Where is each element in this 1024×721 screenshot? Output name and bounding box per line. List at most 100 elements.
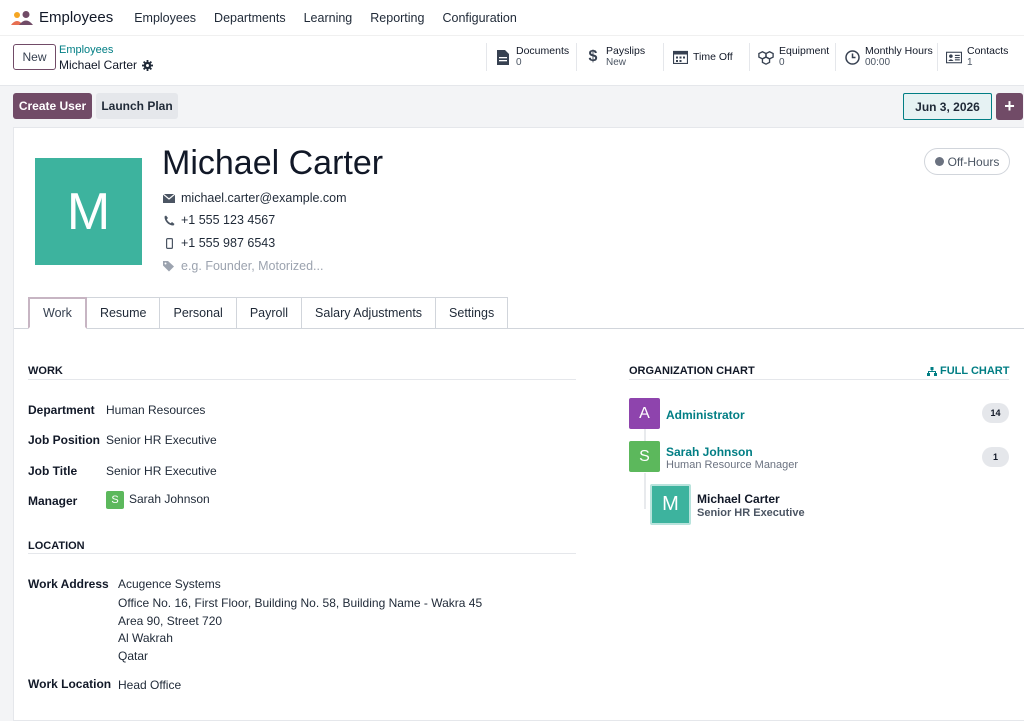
work-location-label: Work Location <box>28 677 112 691</box>
breadcrumb-parent[interactable]: Employees <box>59 44 113 56</box>
new-button[interactable]: New <box>13 44 56 70</box>
menu-learning[interactable]: Learning <box>304 11 353 25</box>
address-line-4: Al Wakrah <box>118 631 173 645</box>
envelope-icon <box>163 193 175 203</box>
menu-employees[interactable]: Employees <box>134 11 196 25</box>
stat-monthly-hours-value: 00:00 <box>865 57 891 68</box>
launch-plan-button[interactable]: Launch Plan <box>96 93 178 119</box>
clock-icon <box>844 49 860 65</box>
employee-name[interactable]: Michael Carter <box>162 144 383 183</box>
department-label: Department <box>28 403 95 417</box>
tab-personal[interactable]: Personal <box>160 297 237 329</box>
breadcrumb-current: Michael Carter <box>59 58 154 72</box>
department-field[interactable]: Human Resources <box>106 403 205 417</box>
document-icon <box>495 49 511 65</box>
full-chart-label: FULL CHART <box>940 365 1010 377</box>
menu-reporting[interactable]: Reporting <box>370 11 424 25</box>
stat-contacts-label: Contacts <box>967 45 1009 57</box>
address-line-5: Qatar <box>118 649 149 663</box>
tags-input[interactable]: e.g. Founder, Motorized... <box>181 259 323 273</box>
employee-avatar[interactable]: M <box>35 158 142 265</box>
org-node-2-name[interactable]: Sarah Johnson <box>666 445 753 459</box>
org-chart-title: ORGANIZATION CHART <box>629 365 755 377</box>
stat-documents[interactable]: Documents 0 <box>486 43 576 71</box>
work-section-title: WORK <box>28 365 63 377</box>
stat-payslips-label: Payslips <box>606 45 646 57</box>
email-field[interactable]: michael.carter@example.com <box>181 191 347 205</box>
stat-equipment-label: Equipment <box>779 45 830 57</box>
org-node-3-job: Senior HR Executive <box>697 507 805 519</box>
control-panel: New Employees Michael Carter Documents 0 … <box>0 36 1024 86</box>
address-line-1[interactable]: Acugence Systems <box>118 577 221 591</box>
tab-payroll[interactable]: Payroll <box>236 297 303 329</box>
top-navbar: Employees Employees Departments Learning… <box>0 0 1024 36</box>
dollar-icon: $ <box>588 48 598 65</box>
work-location-field[interactable]: Head Office <box>118 678 181 692</box>
manager-label: Manager <box>28 494 78 508</box>
org-node-1-count[interactable]: 14 <box>982 403 1009 423</box>
contact-card-icon <box>946 49 962 65</box>
stat-equipment[interactable]: Equipment 0 <box>749 43 835 71</box>
manager-field[interactable]: S Sarah Johnson <box>106 491 210 509</box>
form-tabs: Work Resume Personal Payroll Salary Adju… <box>28 297 509 329</box>
add-button[interactable]: + <box>996 93 1023 120</box>
address-line-2: Office No. 16, First Floor, Building No.… <box>118 596 483 610</box>
manager-name: Sarah Johnson <box>129 492 210 507</box>
menu-departments[interactable]: Departments <box>214 11 286 25</box>
tags-icon <box>163 260 175 272</box>
org-node-2-job: Human Resource Manager <box>666 459 799 471</box>
stat-time-off[interactable]: Time Off <box>663 43 749 71</box>
presence-label: Off-Hours <box>947 154 1000 169</box>
stat-documents-label: Documents <box>516 45 570 57</box>
job-position-label: Job Position <box>28 433 100 447</box>
app-name[interactable]: Employees <box>39 9 113 26</box>
org-node-2-avatar[interactable]: S <box>629 441 660 472</box>
stat-monthly-hours-label: Monthly Hours <box>865 45 933 57</box>
job-title-field[interactable]: Senior HR Executive <box>106 464 217 478</box>
org-node-3-name: Michael Carter <box>697 492 780 506</box>
address-line-3: Area 90, Street 720 <box>118 614 223 628</box>
stat-monthly-hours[interactable]: Monthly Hours 00:00 <box>835 43 937 71</box>
work-address-label: Work Address <box>28 577 109 591</box>
full-chart-link[interactable]: FULL CHART <box>927 365 1009 377</box>
work-phone-row: +1 555 123 4567 <box>163 213 275 227</box>
tab-settings[interactable]: Settings <box>436 297 509 329</box>
stat-payslips[interactable]: $ Payslips New <box>576 43 663 71</box>
org-section-divider <box>629 379 1009 380</box>
phone-icon <box>163 215 175 226</box>
gear-icon[interactable] <box>142 59 154 71</box>
app-logo-icon[interactable] <box>11 10 33 26</box>
org-node-1-name[interactable]: Administrator <box>666 408 745 422</box>
cubes-icon <box>758 49 774 65</box>
presence-badge: Off-Hours <box>924 148 1010 175</box>
mobile-field[interactable]: +1 555 987 6543 <box>181 236 275 250</box>
tab-salary-adjustments[interactable]: Salary Adjustments <box>302 297 437 329</box>
menu-configuration[interactable]: Configuration <box>442 11 516 25</box>
stat-time-off-label: Time Off <box>693 50 733 63</box>
calendar-icon <box>672 49 688 65</box>
job-title-label: Job Title <box>28 464 78 478</box>
job-position-field[interactable]: Senior HR Executive <box>106 433 217 447</box>
stat-payslips-value: New <box>606 57 627 68</box>
stat-equipment-value: 0 <box>779 57 785 68</box>
stat-documents-value: 0 <box>516 57 522 68</box>
stat-contacts[interactable]: Contacts 1 <box>937 43 1024 71</box>
tab-work[interactable]: Work <box>28 297 87 329</box>
employee-form-sheet: M Michael Carter michael.carter@example.… <box>13 127 1024 721</box>
tab-resume[interactable]: Resume <box>86 297 161 329</box>
date-field[interactable]: Jun 3, 2026 <box>903 93 992 120</box>
org-node-3-avatar[interactable]: M <box>650 484 691 525</box>
breadcrumb-current-label: Michael Carter <box>59 58 138 72</box>
location-section-title: LOCATION <box>28 540 85 552</box>
org-node-1-avatar[interactable]: A <box>629 398 660 429</box>
work-phone-field[interactable]: +1 555 123 4567 <box>181 213 275 227</box>
presence-dot-icon <box>934 157 944 166</box>
email-row: michael.carter@example.com <box>163 191 347 205</box>
work-section-divider <box>28 379 576 380</box>
mobile-icon <box>163 237 175 249</box>
manager-avatar: S <box>106 491 124 509</box>
org-node-2-count[interactable]: 1 <box>982 447 1009 467</box>
location-section-divider <box>28 553 576 554</box>
sitemap-icon <box>927 366 937 376</box>
create-user-button[interactable]: Create User <box>13 93 92 119</box>
